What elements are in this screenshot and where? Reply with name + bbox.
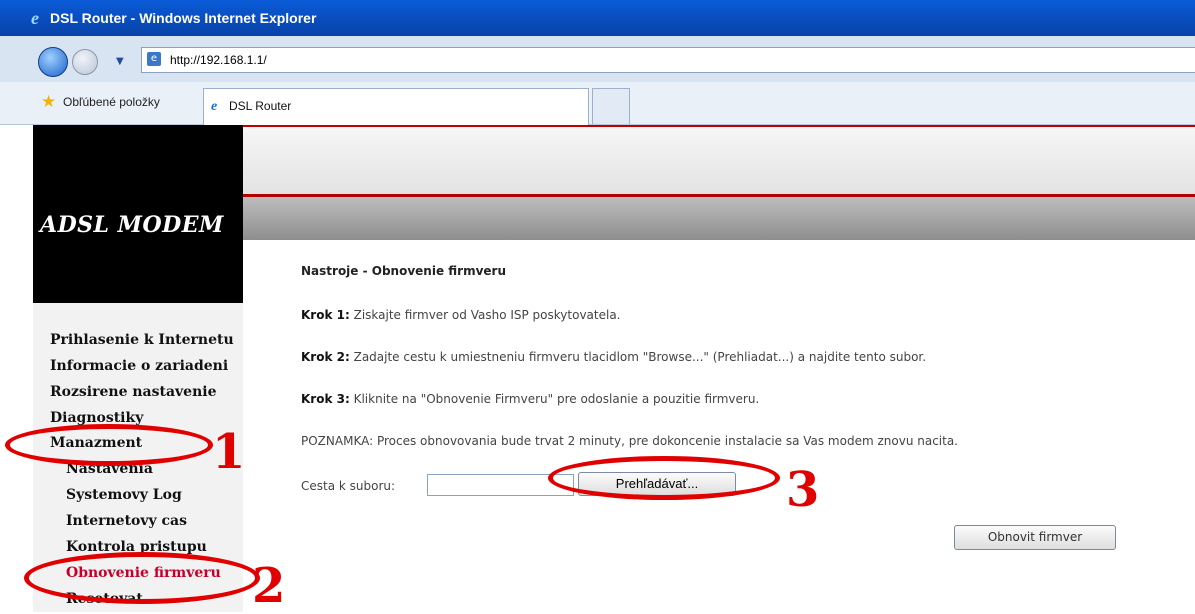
step-1: Krok 1: Ziskajte firmver od Vasho ISP po…: [301, 308, 620, 322]
header-gray-bar: [243, 197, 1195, 240]
step-2-label: Krok 2:: [301, 350, 350, 364]
header-banner: [243, 125, 1195, 195]
address-bar[interactable]: [141, 47, 1195, 73]
ie-logo-icon: e: [31, 9, 39, 27]
window-title-bar: e DSL Router - Windows Internet Explorer: [0, 0, 1195, 36]
history-dropdown-icon[interactable]: ▼: [116, 56, 124, 67]
sidebar-item-advanced-setup[interactable]: Rozsirene nastavenie: [50, 384, 216, 400]
svg-text:e: e: [31, 9, 39, 27]
step-2-text: Zadajte cestu k umiestneniu firmveru tla…: [349, 350, 927, 364]
window-title: DSL Router - Windows Internet Explorer: [50, 10, 317, 26]
tab-label[interactable]: DSL Router: [229, 99, 291, 113]
step-2: Krok 2: Zadajte cestu k umiestneniu firm…: [301, 350, 926, 364]
sidebar-item-diagnostics[interactable]: Diagnostiky: [50, 410, 143, 426]
favorites-star-icon[interactable]: ★: [41, 92, 56, 112]
annotation-number-1: 1: [212, 424, 246, 480]
annotation-number-2: 2: [252, 558, 286, 614]
forward-button[interactable]: [72, 49, 98, 75]
back-button[interactable]: [38, 47, 68, 77]
annotation-number-3: 3: [786, 462, 820, 518]
page-icon: e: [147, 52, 161, 66]
file-path-input[interactable]: [427, 474, 574, 496]
page-title: Nastroje - Obnovenie firmveru: [301, 264, 507, 278]
sidebar-subitem-reset[interactable]: Resetovat: [66, 591, 143, 607]
sidebar-item-internet-login[interactable]: Prihlasenie k Internetu: [50, 332, 234, 348]
sidebar-subitem-access-control[interactable]: Kontrola pristupu: [66, 539, 207, 555]
update-firmware-button[interactable]: Obnovit firmver: [954, 525, 1116, 550]
step-1-text: Ziskajte firmver od Vasho ISP poskytovat…: [349, 308, 621, 322]
sidebar-subitem-system-log[interactable]: Systemovy Log: [66, 487, 182, 503]
browse-button[interactable]: Prehľadávať...: [578, 472, 736, 496]
sidebar-subitem-internet-time[interactable]: Internetovy cas: [66, 513, 187, 529]
logo-text: ADSL MODEM: [40, 212, 224, 238]
address-input[interactable]: http://192.168.1.1/: [170, 53, 267, 67]
step-3-text: Kliknite na "Obnovenie Firmveru" pre odo…: [349, 392, 760, 406]
header-top-line: [243, 125, 1195, 127]
step-3: Krok 3: Kliknite na "Obnovenie Firmveru"…: [301, 392, 759, 406]
sidebar-item-management[interactable]: Manazment: [50, 435, 142, 451]
sidebar-subitem-firmware-update[interactable]: Obnovenie firmveru: [66, 565, 221, 581]
step-1-label: Krok 1:: [301, 308, 350, 322]
note-text: POZNAMKA: Proces obnovovania bude trvat …: [301, 434, 958, 448]
file-path-label: Cesta k suboru:: [301, 479, 396, 493]
new-tab-button[interactable]: [592, 88, 630, 124]
sidebar-item-device-info[interactable]: Informacie o zariadeni: [50, 358, 228, 374]
step-3-label: Krok 3:: [301, 392, 350, 406]
favorites-button[interactable]: Obľúbené položky: [63, 95, 160, 109]
tab-ie-icon: e: [211, 99, 218, 114]
sidebar-subitem-settings[interactable]: Nastavenia: [66, 461, 153, 477]
